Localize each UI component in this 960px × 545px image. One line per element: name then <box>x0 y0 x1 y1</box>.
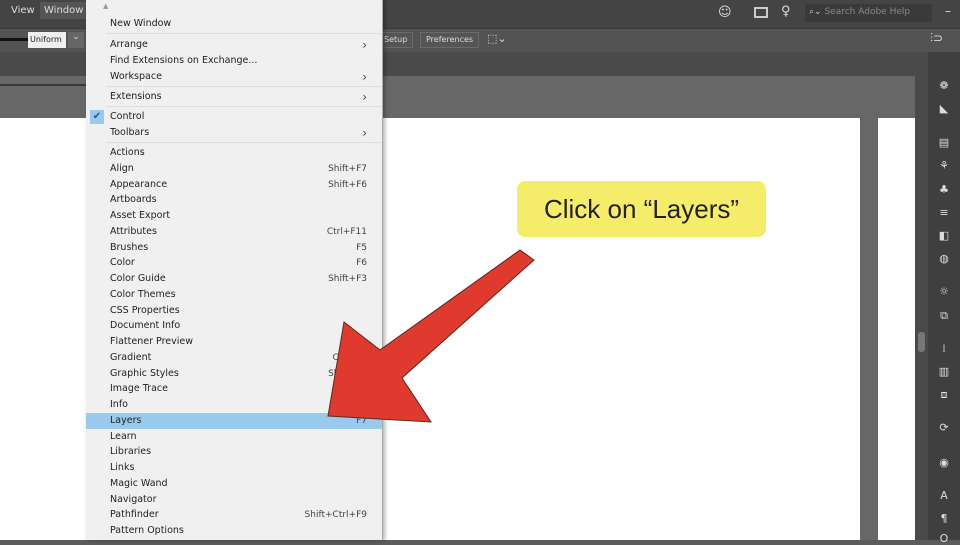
red-arrow-icon <box>327 249 535 423</box>
annotation-arrow <box>327 249 535 423</box>
